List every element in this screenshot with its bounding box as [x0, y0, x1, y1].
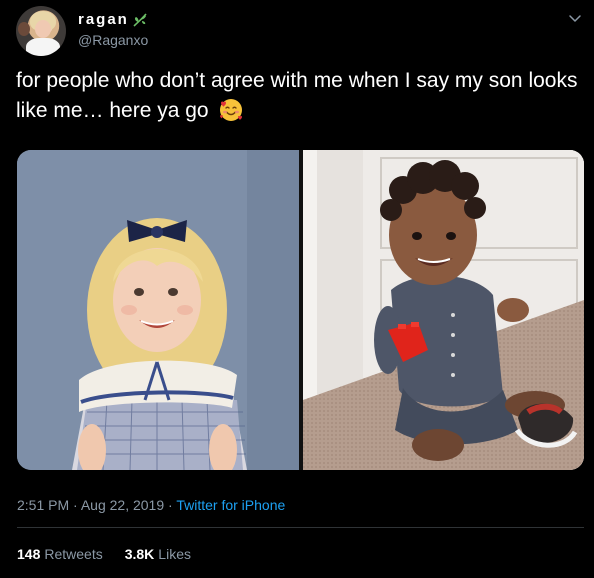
smiling-face-with-hearts-emoji — [220, 99, 243, 121]
likes-label: Likes — [158, 546, 191, 562]
tweet-meta: 2:51 PM · Aug 22, 2019 · Twitter for iPh… — [17, 497, 285, 513]
tweet-stats: 148 Retweets 3.8K Likes — [17, 546, 191, 562]
tweet-text: for people who don’t agree with me when … — [16, 66, 582, 126]
meta-separator: · — [73, 497, 78, 513]
avatar-body — [26, 38, 60, 56]
retweets-stat[interactable]: 148 Retweets — [17, 546, 103, 562]
avatar-face — [35, 20, 51, 38]
likes-stat[interactable]: 3.8K Likes — [125, 546, 191, 562]
avatar-secondary-person — [18, 22, 30, 36]
tweet-time[interactable]: 2:51 PM — [17, 497, 69, 513]
meta-separator: · — [168, 497, 173, 513]
avatar[interactable] — [16, 6, 66, 56]
divider — [17, 527, 584, 528]
chevron-down-icon[interactable] — [567, 10, 583, 26]
tweet-text-body: for people who don’t agree with me when … — [16, 69, 578, 122]
photo-right-illustration — [303, 150, 584, 470]
retweets-label: Retweets — [44, 546, 103, 562]
leaf-icon — [133, 12, 147, 27]
photo-left-girl[interactable] — [17, 150, 299, 470]
user-display-name[interactable]: ragan — [78, 11, 129, 28]
photo-left-illustration — [17, 150, 299, 470]
tweet-date[interactable]: Aug 22, 2019 — [81, 497, 164, 513]
user-handle[interactable]: @Raganxo — [78, 32, 148, 48]
retweets-count: 148 — [17, 546, 41, 562]
likes-count: 3.8K — [124, 546, 155, 562]
tweet-media[interactable] — [17, 150, 584, 470]
user-display-name-row[interactable]: ragan — [78, 11, 149, 28]
tweet-source-link[interactable]: Twitter for iPhone — [176, 497, 285, 513]
photo-right-boy[interactable] — [303, 150, 584, 470]
